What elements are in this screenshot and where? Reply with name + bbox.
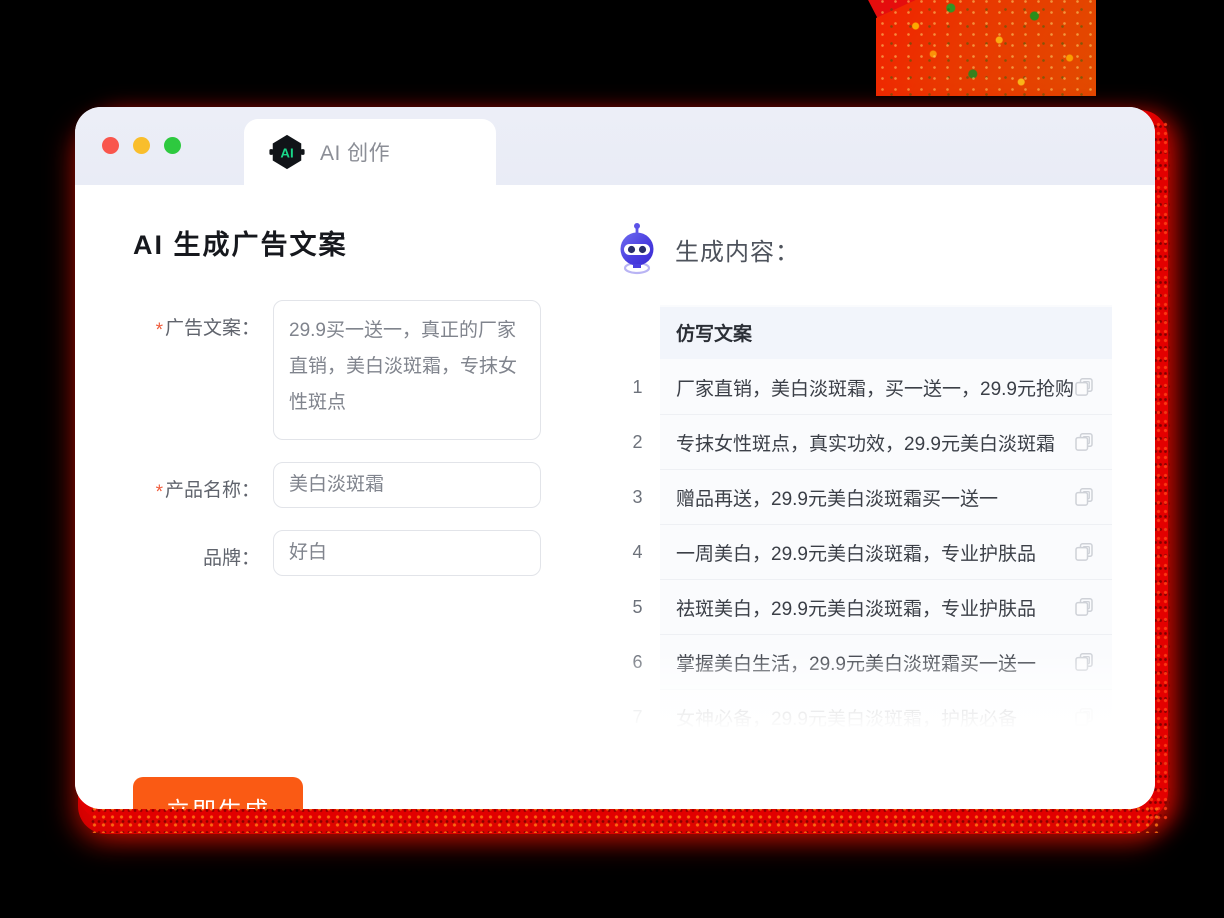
table-row-text: 厂家直销，美白淡斑霜，买一送一，29.9元抢购: [676, 378, 1074, 400]
window-body: AI 生成广告文案 * 广告文案： 29.9买一送一，真正的厂家直销，美白淡斑霜，…: [75, 185, 1155, 809]
robot-icon: [620, 223, 654, 275]
glow-speckle-bottom: [90, 805, 1160, 833]
table-row-text: 一周美白，29.9元美白淡斑霜，专业护肤品: [676, 543, 1036, 565]
ad-copy-textarea[interactable]: 29.9买一送一，真正的厂家直销，美白淡斑霜，专抹女性斑点: [273, 300, 541, 440]
field-product-name: * 产品名称： 美白淡斑霜: [133, 462, 575, 508]
copy-icon[interactable]: [1074, 707, 1094, 727]
table-row[interactable]: 4 一周美白，29.9元美白淡斑霜，专业护肤品: [615, 525, 1112, 580]
table-header-label: 仿写文案: [676, 324, 753, 345]
results-pane: 生成内容： 仿写文案 1 厂家直销，美白淡斑霜，买一送一，29.9元抢购 2 专抹女性…: [575, 185, 1155, 809]
table-row[interactable]: 3 赠品再送，29.9元美白淡斑霜买一送一: [615, 470, 1112, 525]
decorative-graphic: [866, 0, 1096, 108]
generate-button[interactable]: 立即生成: [133, 777, 303, 809]
field-ad-copy: * 广告文案： 29.9买一送一，真正的厂家直销，美白淡斑霜，专抹女性斑点: [133, 300, 575, 440]
table-row-number: 6: [632, 652, 643, 672]
product-name-input[interactable]: 美白淡斑霜: [273, 462, 541, 508]
results-table: 仿写文案 1 厂家直销，美白淡斑霜，买一送一，29.9元抢购 2 专抹女性斑点，真实功…: [615, 305, 1112, 730]
tab-ai-creation[interactable]: AI AI 创作: [244, 119, 496, 185]
table-row-number: 1: [632, 377, 643, 397]
table-row[interactable]: 1 厂家直销，美白淡斑霜，买一送一，29.9元抢购: [615, 360, 1112, 415]
table-row-text: 赠品再送，29.9元美白淡斑霜买一送一: [676, 488, 998, 510]
app-window: AI AI 创作 AI 生成广告文案 * 广告文案： 29.9买一送一，真正的厂家…: [75, 107, 1155, 809]
table-header-row: 仿写文案: [615, 305, 1112, 360]
copy-icon[interactable]: [1074, 432, 1094, 452]
copy-icon[interactable]: [1074, 597, 1094, 617]
table-row-number: 3: [632, 487, 643, 507]
field-product-name-label: * 产品名称：: [155, 480, 260, 503]
required-star-icon: *: [155, 320, 163, 341]
minimize-button[interactable]: [133, 137, 150, 154]
field-ad-copy-label: * 广告文案：: [155, 318, 260, 341]
table-row[interactable]: 2 专抹女性斑点，真实功效，29.9元美白淡斑霜: [615, 415, 1112, 470]
table-row-text: 女神必备，29.9元美白淡斑霜，护肤必备: [676, 708, 1017, 730]
tab-label: AI 创作: [320, 142, 391, 165]
copy-icon[interactable]: [1074, 487, 1094, 507]
field-brand: 品牌： 好白: [133, 530, 575, 576]
decorative-dot-pattern: [876, 0, 1096, 96]
table-row-number: 7: [632, 707, 643, 727]
table-row[interactable]: 6 掌握美白生活，29.9元美白淡斑霜买一送一: [615, 635, 1112, 690]
table-row-number: 5: [632, 597, 643, 617]
close-button[interactable]: [102, 137, 119, 154]
table-row-text: 专抹女性斑点，真实功效，29.9元美白淡斑霜: [676, 433, 1055, 455]
required-star-icon: *: [155, 482, 163, 503]
results-title: 生成内容：: [675, 238, 800, 266]
screenshot-root: AI AI 创作 AI 生成广告文案 * 广告文案： 29.9买一送一，真正的厂家…: [0, 0, 1224, 918]
table-row[interactable]: 7 女神必备，29.9元美白淡斑霜，护肤必备: [615, 690, 1112, 730]
results-header: 生成内容：: [615, 223, 1112, 275]
brand-input[interactable]: 好白: [273, 530, 541, 576]
copy-icon[interactable]: [1074, 377, 1094, 397]
table-row-text: 掌握美白生活，29.9元美白淡斑霜买一送一: [676, 653, 1036, 675]
copy-icon[interactable]: [1074, 652, 1094, 672]
form-pane: AI 生成广告文案 * 广告文案： 29.9买一送一，真正的厂家直销，美白淡斑霜，…: [75, 185, 575, 809]
maximize-button[interactable]: [164, 137, 181, 154]
table-row-number: 2: [632, 432, 643, 452]
table-row-number: 4: [632, 542, 643, 562]
field-brand-label: 品牌：: [202, 548, 260, 569]
table-row[interactable]: 5 祛斑美白，29.9元美白淡斑霜，专业护肤品: [615, 580, 1112, 635]
copy-icon[interactable]: [1074, 542, 1094, 562]
ai-hexagon-icon: AI: [269, 134, 305, 170]
svg-text:AI: AI: [280, 146, 293, 161]
traffic-light-group: [102, 137, 181, 154]
window-titlebar: AI AI 创作: [75, 107, 1155, 185]
table-row-text: 祛斑美白，29.9元美白淡斑霜，专业护肤品: [676, 598, 1036, 620]
page-title: AI 生成广告文案: [133, 230, 348, 260]
results-table-wrap: 仿写文案 1 厂家直销，美白淡斑霜，买一送一，29.9元抢购 2 专抹女性斑点，真实功…: [615, 305, 1112, 730]
table-rows-host: 1 厂家直销，美白淡斑霜，买一送一，29.9元抢购 2 专抹女性斑点，真实功效，29.…: [615, 360, 1112, 730]
